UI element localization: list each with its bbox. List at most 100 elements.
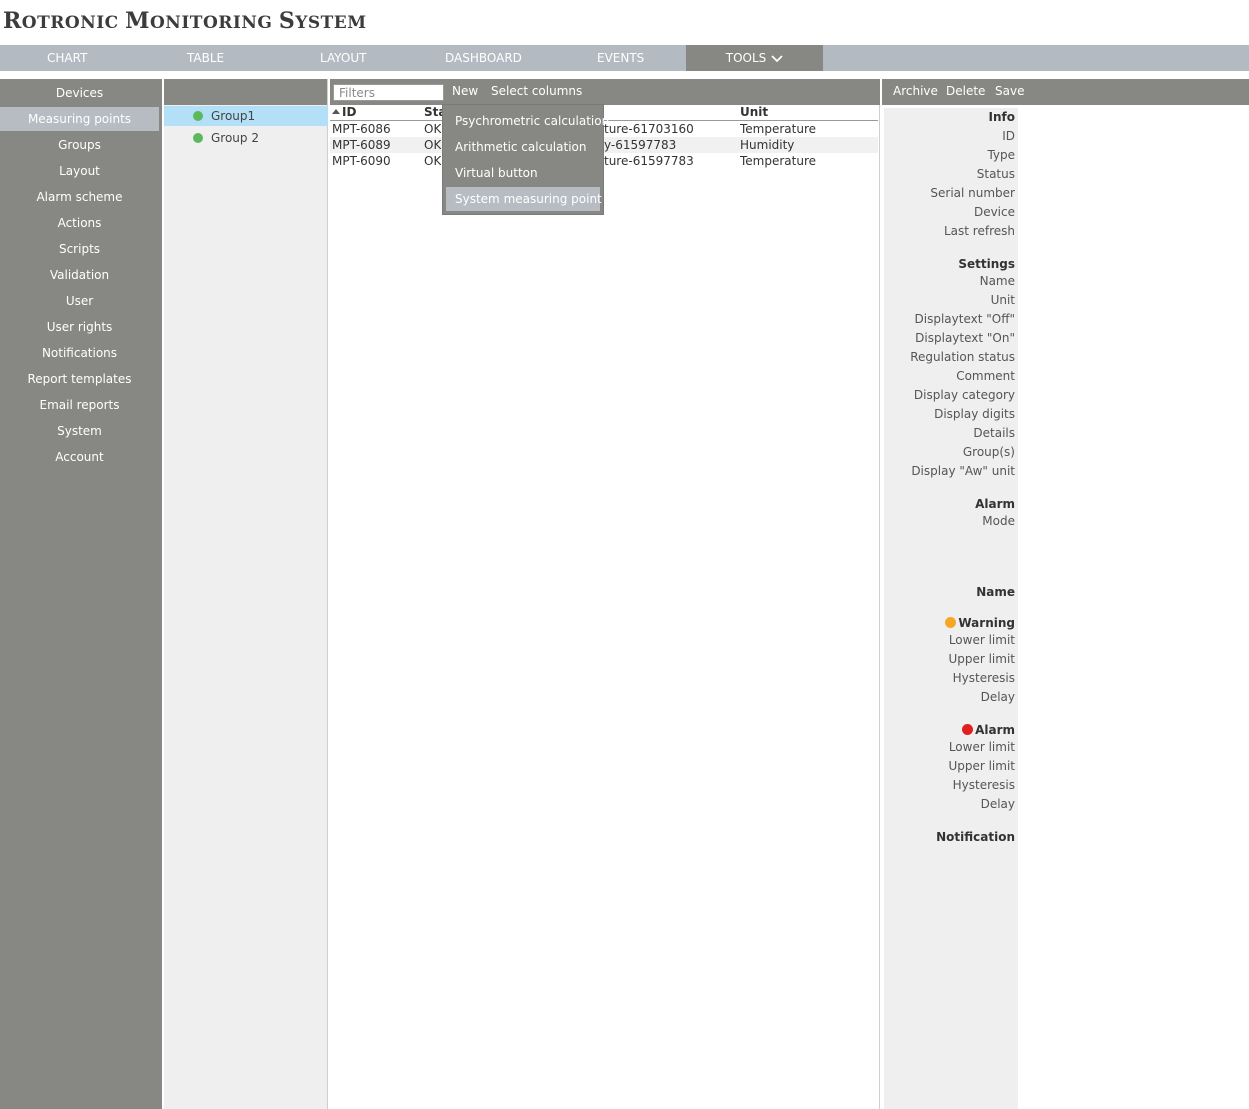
settings-section-header: Settings (958, 257, 1015, 271)
group-name: Group1 (211, 109, 256, 123)
filter-input[interactable] (333, 84, 444, 101)
new-dropdown-menu: Psychrometric calculation Arithmetic cal… (442, 104, 609, 215)
detail-toolbar: Archive Delete Save (882, 79, 1249, 105)
sidebar-item-notifications[interactable]: Notifications (0, 341, 159, 365)
measuring-points-panel: New Select columns ID Sta Unit MPT-6086 … (330, 79, 880, 1109)
alarm-header-label: Alarm (975, 723, 1015, 737)
tab-layout[interactable]: LAYOUT (320, 45, 366, 71)
tab-tools[interactable]: TOOLS (686, 45, 823, 71)
warning-section-header: Warning (945, 615, 1015, 631)
cell-name: ture-61703160 (604, 122, 694, 136)
title-cap-2: M (125, 8, 150, 34)
cell-unit: Temperature (740, 154, 817, 168)
detail-label-displaytext-on: Displaytext "On" (915, 331, 1015, 345)
warning-hysteresis-label: Hysteresis (952, 671, 1015, 685)
column-header-id[interactable]: ID (332, 105, 356, 120)
sidebar-item-measuring-points[interactable]: Measuring points (0, 107, 159, 131)
select-columns-button[interactable]: Select columns (491, 79, 582, 105)
title-rest-1: OTRONIC (21, 13, 126, 33)
warning-header-label: Warning (958, 616, 1015, 630)
tab-tools-label: TOOLS (725, 51, 767, 65)
sidebar-item-email-reports[interactable]: Email reports (0, 393, 159, 417)
menu-item-arithmetic-calculation[interactable]: Arithmetic calculation (446, 135, 600, 159)
table-row[interactable]: MPT-6090 OK ture-61597783 Temperature (330, 153, 878, 169)
delete-button[interactable]: Delete (946, 79, 985, 105)
group-name: Group 2 (211, 131, 259, 145)
menu-item-psychrometric-calculation[interactable]: Psychrometric calculation (446, 109, 609, 133)
warning-upper-limit-label: Upper limit (948, 652, 1015, 666)
groups-panel-header (164, 79, 327, 105)
cell-status: OK (424, 138, 442, 152)
detail-label-comment: Comment (956, 369, 1015, 383)
detail-label-device: Device (973, 205, 1015, 219)
cell-id: MPT-6086 (332, 122, 391, 136)
detail-label-status: Status (976, 167, 1015, 181)
cell-id: MPT-6089 (332, 138, 391, 152)
detail-label-id: ID (1002, 129, 1015, 143)
alarm-upper-limit-label: Upper limit (948, 759, 1015, 773)
detail-panel: Info ID Type Status Serial number Device… (884, 108, 1018, 1109)
tab-dashboard[interactable]: DASHBOARD (445, 45, 522, 71)
sidebar: Devices Measuring points Groups Layout A… (0, 79, 162, 1109)
group-status-dot-icon (193, 111, 203, 121)
sidebar-item-user-rights[interactable]: User rights (0, 315, 159, 339)
group-item[interactable]: Group1 (164, 106, 328, 126)
detail-label-last-refresh: Last refresh (944, 224, 1015, 238)
detail-label-regulation-status: Regulation status (910, 350, 1015, 364)
cell-name: ture-61597783 (604, 154, 694, 168)
menu-item-virtual-button[interactable]: Virtual button (446, 161, 600, 185)
archive-button[interactable]: Archive (893, 79, 938, 105)
detail-label-serial-number: Serial number (930, 186, 1015, 200)
alarm-lower-limit-label: Lower limit (948, 740, 1015, 754)
sidebar-item-report-templates[interactable]: Report templates (0, 367, 159, 391)
tab-chart[interactable]: CHART (47, 45, 87, 71)
sort-ascending-icon (332, 108, 340, 114)
menu-item-system-measuring-point[interactable]: System measuring point (446, 187, 602, 211)
name-section-header: Name (976, 585, 1015, 599)
detail-label-displaytext-off: Displaytext "Off" (914, 312, 1015, 326)
title-cap-3: S (278, 8, 296, 34)
cell-unit: Humidity (740, 138, 795, 152)
groups-panel: Group1 Group 2 (164, 79, 328, 1109)
detail-label-unit: Unit (990, 293, 1015, 307)
detail-label-type: Type (987, 148, 1015, 162)
alarm-delay-label: Delay (980, 797, 1015, 811)
cell-id: MPT-6090 (332, 154, 391, 168)
cell-unit: Temperature (740, 122, 817, 136)
tab-events[interactable]: EVENTS (597, 45, 644, 71)
cell-name: y-61597783 (604, 138, 677, 152)
sidebar-item-user[interactable]: User (0, 289, 159, 313)
title-rest-2: ONITORING (150, 13, 279, 33)
sidebar-item-devices[interactable]: Devices (0, 81, 159, 105)
new-button[interactable]: New (452, 79, 478, 105)
column-header-unit[interactable]: Unit (740, 105, 768, 120)
sidebar-item-scripts[interactable]: Scripts (0, 237, 159, 261)
title-rest-3: YSTEM (295, 13, 367, 33)
sidebar-item-groups[interactable]: Groups (0, 133, 159, 157)
alarm-dot-icon (962, 724, 974, 735)
detail-label-name: Name (979, 274, 1015, 288)
alarm-section-header: Alarm (975, 497, 1015, 511)
sidebar-item-layout[interactable]: Layout (0, 159, 159, 183)
group-status-dot-icon (193, 133, 203, 143)
warning-lower-limit-label: Lower limit (948, 633, 1015, 647)
sidebar-item-account[interactable]: Account (0, 445, 159, 469)
info-section-header: Info (988, 110, 1015, 124)
sidebar-item-system[interactable]: System (0, 419, 159, 443)
sidebar-item-alarm-scheme[interactable]: Alarm scheme (0, 185, 159, 209)
save-button[interactable]: Save (995, 79, 1024, 105)
cell-status: OK (424, 122, 442, 136)
sidebar-item-validation[interactable]: Validation (0, 263, 159, 287)
tab-table[interactable]: TABLE (187, 45, 224, 71)
group-item[interactable]: Group 2 (164, 128, 328, 148)
column-header-id-label: ID (342, 105, 357, 119)
detail-label-display-aw-unit: Display "Aw" unit (911, 464, 1015, 478)
measuring-points-toolbar: New Select columns (330, 79, 880, 105)
notification-section-header: Notification (936, 830, 1015, 844)
app-title: ROTRONIC MONITORING SYSTEM (3, 8, 367, 36)
alarm-limits-section-header: Alarm (962, 722, 1015, 738)
title-cap-1: R (3, 8, 22, 34)
detail-label-display-digits: Display digits (934, 407, 1015, 421)
table-row[interactable]: MPT-6089 OK y-61597783 Humidity (330, 137, 878, 153)
sidebar-item-actions[interactable]: Actions (0, 211, 159, 235)
